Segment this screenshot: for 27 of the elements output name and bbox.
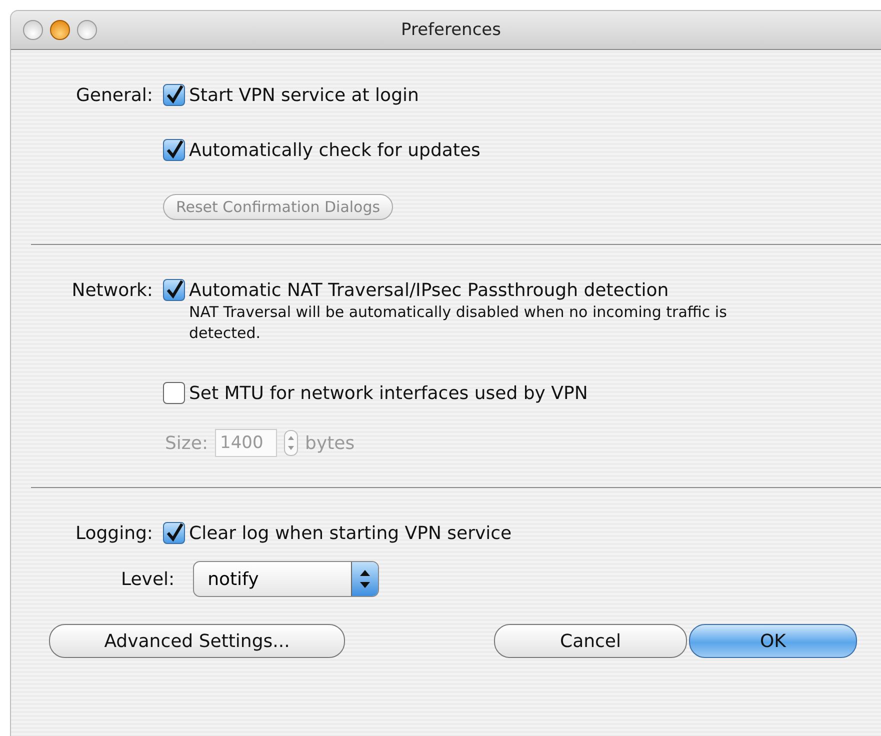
level-dropdown[interactable]: notify xyxy=(192,561,379,597)
stepper-arrows-icon xyxy=(350,562,378,596)
checkbox-label: Clear log when starting VPN service xyxy=(189,522,512,544)
checkbox[interactable] xyxy=(163,522,185,544)
section-label: Logging: xyxy=(76,522,153,544)
minimize-button[interactable] xyxy=(50,20,70,40)
note-text: NAT Traversal will be automatically disabled when no incoming traffic is detected. xyxy=(189,302,728,344)
checkbox-label: Set MTU for network interfaces used by VPN xyxy=(189,382,588,404)
size-label: Size: xyxy=(165,432,208,454)
zoom-button[interactable] xyxy=(77,20,97,40)
section-label: Network: xyxy=(72,280,153,300)
window-title: Preferences xyxy=(401,20,501,40)
checkbox[interactable] xyxy=(163,84,185,106)
checkbox[interactable] xyxy=(163,139,185,161)
unit-label: bytes xyxy=(305,432,355,454)
stepper-icon[interactable] xyxy=(284,430,298,456)
checkbox[interactable] xyxy=(163,279,185,301)
dialog-button[interactable]: Advanced Settings... xyxy=(49,624,345,658)
checkbox-label: Start VPN service at login xyxy=(189,84,419,106)
checkbox-label: Automatic NAT Traversal/IPsec Passthrough detection xyxy=(189,280,669,300)
section-label: General: xyxy=(76,84,153,106)
checkbox[interactable] xyxy=(163,382,185,404)
dialog-button[interactable]: Cancel xyxy=(494,624,687,658)
level-label: Level: xyxy=(121,568,175,590)
close-button[interactable] xyxy=(23,20,43,40)
checkbox-label: Automatically check for updates xyxy=(189,140,480,160)
dialog-button[interactable]: OK xyxy=(689,624,857,658)
